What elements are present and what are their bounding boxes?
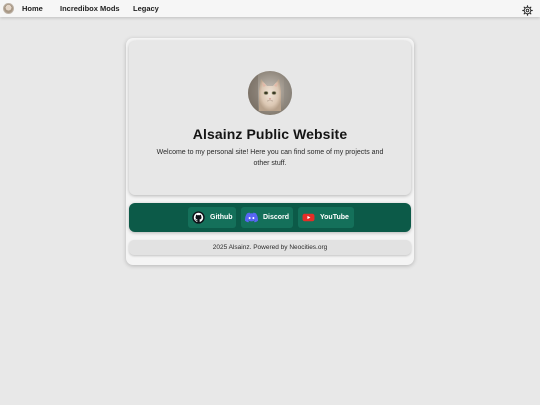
profile-picture <box>248 71 292 115</box>
page-title: Alsainz Public Website <box>192 126 348 142</box>
github-icon <box>192 211 205 224</box>
github-label: Github <box>210 214 233 221</box>
discord-label: Discord <box>263 214 290 221</box>
github-button[interactable]: Github <box>188 207 236 228</box>
welcome-text: Welcome to my personal site! Here you ca… <box>156 149 384 167</box>
gear-icon <box>522 5 533 16</box>
nav-incredibox-mods-link[interactable]: Incredibox Mods <box>60 3 120 14</box>
main-card: Alsainz Public Website Welcome to my per… <box>126 38 414 265</box>
site-avatar[interactable] <box>3 3 14 14</box>
footer-text: 2025 Alsainz. Powered by Neocities.org <box>212 244 328 251</box>
nav-legacy-link[interactable]: Legacy <box>133 3 159 14</box>
discord-button[interactable]: Discord <box>241 207 293 228</box>
settings-button[interactable] <box>522 3 533 16</box>
youtube-label: YouTube <box>320 214 349 221</box>
nav-home-link[interactable]: Home <box>22 3 43 14</box>
discord-icon <box>245 212 258 223</box>
youtube-button[interactable]: YouTube <box>298 207 354 228</box>
hero-section: Alsainz Public Website Welcome to my per… <box>129 41 411 195</box>
cat-photo <box>248 71 292 115</box>
social-links-bar: Github Discord YouTube <box>129 203 411 232</box>
top-nav: Home Incredibox Mods Legacy <box>0 0 540 17</box>
youtube-icon <box>302 213 315 222</box>
footer: 2025 Alsainz. Powered by Neocities.org <box>129 240 411 255</box>
